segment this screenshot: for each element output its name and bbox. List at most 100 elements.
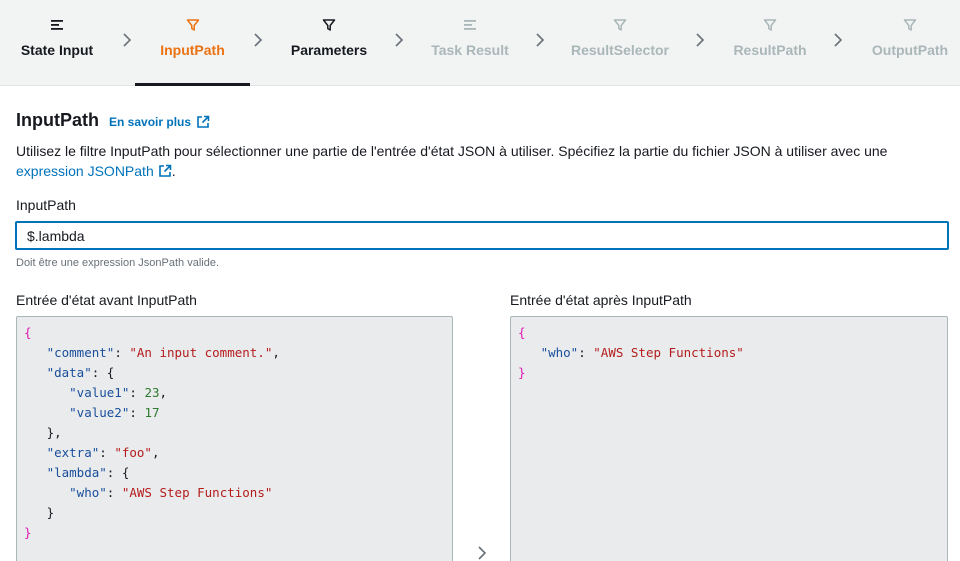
code-token: }, (24, 425, 62, 440)
code-line: { (518, 323, 940, 343)
code-token: "AWS Step Functions" (593, 345, 744, 360)
after-panel-label: Entrée d'état après InputPath (510, 292, 692, 308)
code-token: "comment" (46, 345, 115, 360)
code-token: "An input comment." (129, 345, 273, 360)
code-token: "lambda" (46, 465, 107, 480)
step-resultpath[interactable]: ResultPath (732, 0, 808, 86)
code-line: "value2": 17 (24, 403, 445, 423)
step-inputpath[interactable]: InputPath (135, 0, 250, 86)
step-label: OutputPath (871, 42, 949, 58)
code-line: } (24, 503, 445, 523)
code-token: } (24, 505, 55, 520)
code-line: } (24, 523, 445, 543)
code-token: { (518, 325, 526, 340)
code-token: , (151, 445, 160, 460)
code-token: { (24, 325, 32, 340)
inputpath-field-label: InputPath (16, 197, 76, 213)
code-token: : (129, 385, 145, 400)
list-icon (462, 17, 478, 33)
step-label: InputPath (160, 42, 225, 58)
code-token: : (99, 445, 115, 460)
step-parameters[interactable]: Parameters (289, 0, 369, 86)
chevron-right-icon (536, 33, 545, 47)
code-token: "data" (46, 365, 92, 380)
chevron-right-icon (834, 33, 843, 47)
jsonpath-link-label: expression JSONPath (16, 163, 154, 179)
step-resultselector[interactable]: ResultSelector (570, 0, 670, 86)
chevron-right-icon (478, 546, 487, 560)
step-label: ResultSelector (570, 42, 670, 58)
chevron-right-icon (395, 33, 404, 47)
section-description: Utilisez le filtre InputPath pour sélect… (16, 141, 946, 181)
chevron-right-icon (696, 33, 705, 47)
filter-icon (902, 17, 918, 33)
code-token: , (272, 345, 280, 360)
filter-icon (185, 17, 201, 33)
code-token: "who" (540, 345, 579, 360)
step-label: Task Result (431, 42, 509, 58)
external-link-icon (158, 164, 172, 177)
inputpath-hint: Doit être une expression JsonPath valide… (16, 257, 220, 269)
code-token: "AWS Step Functions" (121, 485, 273, 500)
inputpath-input[interactable] (15, 221, 949, 250)
step-task-result[interactable]: Task Result (430, 0, 510, 86)
chevron-right-icon (123, 33, 132, 47)
filter-icon (321, 17, 337, 33)
external-link-icon (197, 115, 210, 128)
code-line: "value1": 23, (24, 383, 445, 403)
filter-icon (612, 17, 628, 33)
code-token: , (159, 385, 168, 400)
code-token: : { (91, 365, 115, 380)
code-token: } (518, 365, 526, 380)
filter-icon (762, 17, 778, 33)
step-label: Parameters (290, 42, 368, 58)
code-line: }, (24, 423, 445, 443)
code-line: "lambda": { (24, 463, 445, 483)
list-icon (49, 17, 65, 33)
before-panel-label: Entrée d'état avant InputPath (16, 292, 197, 308)
code-token: : (106, 485, 122, 500)
description-text: Utilisez le filtre InputPath pour sélect… (16, 143, 888, 159)
chevron-right-icon (254, 33, 263, 47)
code-token: "who" (69, 485, 107, 500)
code-line: "who": "AWS Step Functions" (518, 343, 940, 363)
code-line: "who": "AWS Step Functions" (24, 483, 445, 503)
step-outputpath[interactable]: OutputPath (870, 0, 950, 86)
step-navigation: State Input InputPath Parameters Task Re… (0, 0, 960, 86)
code-line: "data": { (24, 363, 445, 383)
section-title: InputPath (16, 110, 99, 130)
step-label: State Input (20, 42, 94, 58)
code-token: : (114, 345, 130, 360)
code-line: "comment": "An input comment.", (24, 343, 445, 363)
jsonpath-expression-link[interactable]: expression JSONPath (16, 161, 172, 181)
learn-more-label: En savoir plus (109, 115, 192, 129)
code-token: : { (106, 465, 130, 480)
code-token: "value1" (69, 385, 130, 400)
code-token: 17 (144, 405, 160, 420)
code-token: : (129, 405, 145, 420)
code-line: } (518, 363, 940, 383)
code-line: { (24, 323, 445, 343)
step-state-input[interactable]: State Input (18, 0, 96, 86)
learn-more-link[interactable]: En savoir plus (109, 115, 210, 129)
after-json-panel[interactable]: { "who": "AWS Step Functions"} (510, 316, 948, 561)
code-token: 23 (144, 385, 160, 400)
code-token: "foo" (114, 445, 152, 460)
code-line: "extra": "foo", (24, 443, 445, 463)
before-json-panel[interactable]: { "comment": "An input comment.", "data"… (16, 316, 453, 561)
code-token: "value2" (69, 405, 130, 420)
code-token: : (578, 345, 594, 360)
step-label: ResultPath (733, 42, 807, 58)
code-token: } (24, 525, 32, 540)
description-end: . (171, 163, 176, 179)
section-header: InputPath En savoir plus (16, 110, 210, 131)
code-token: "extra" (46, 445, 100, 460)
